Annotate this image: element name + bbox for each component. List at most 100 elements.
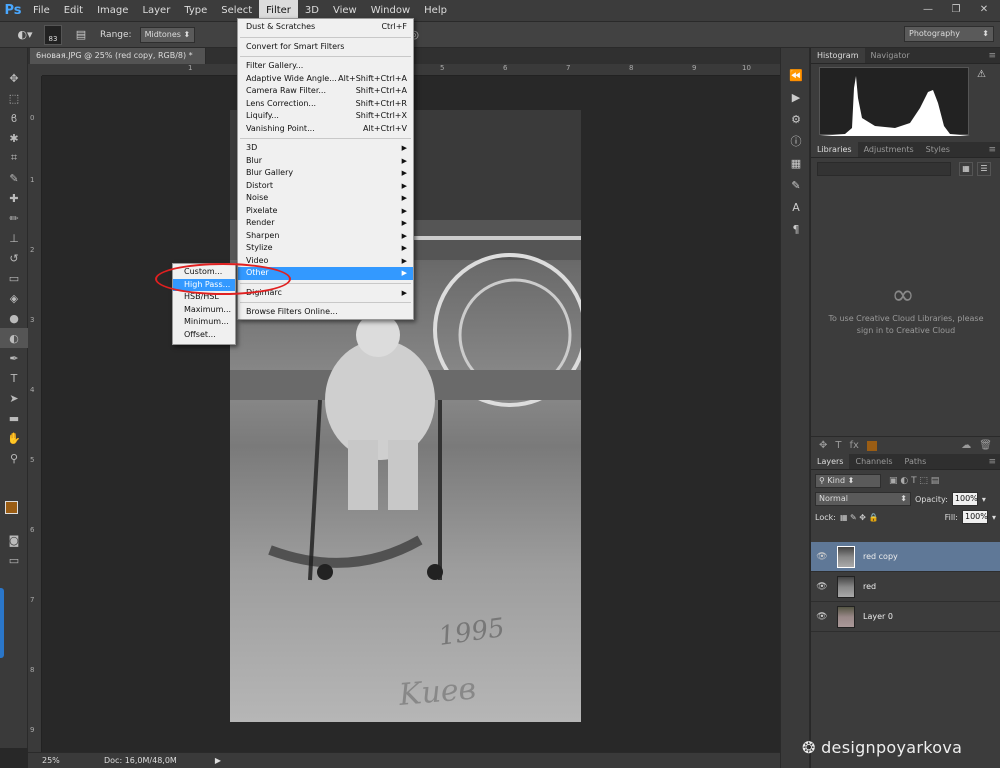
menu-item-convert-smart-filters[interactable]: Convert for Smart Filters bbox=[238, 41, 413, 54]
quick-mask-icon[interactable]: ◙ bbox=[0, 530, 28, 550]
layer-row[interactable]: 👁 Layer 0 bbox=[811, 602, 1000, 632]
properties-panel-icon[interactable]: ⚙ bbox=[781, 108, 811, 130]
dodge-tool-preset-icon[interactable]: ◐▾ bbox=[14, 26, 36, 44]
foreground-color-swatch[interactable] bbox=[5, 501, 18, 514]
vertical-ruler[interactable]: 0 1 2 3 4 5 6 7 8 9 bbox=[28, 76, 42, 752]
eraser-tool-icon[interactable]: ▭ bbox=[0, 268, 28, 288]
add-color-icon[interactable] bbox=[866, 440, 877, 451]
menu-item-browse-online[interactable]: Browse Filters Online... bbox=[238, 306, 413, 319]
hand-tool-icon[interactable]: ✋ bbox=[0, 428, 28, 448]
tab-layers[interactable]: Layers bbox=[811, 454, 850, 469]
status-arrow-icon[interactable]: ▶ bbox=[215, 756, 221, 765]
character-panel-icon[interactable]: A bbox=[781, 196, 811, 218]
tab-styles[interactable]: Styles bbox=[920, 142, 956, 157]
visibility-eye-icon[interactable]: 👁 bbox=[811, 582, 833, 592]
doc-size-info[interactable]: Doc: 16,0M/48,0M bbox=[68, 756, 177, 765]
zoom-level[interactable]: 25% bbox=[28, 756, 68, 765]
library-select[interactable] bbox=[817, 162, 951, 176]
tab-paths[interactable]: Paths bbox=[899, 454, 933, 469]
tab-adjustments[interactable]: Adjustments bbox=[858, 142, 920, 157]
healing-brush-tool-icon[interactable]: ✚ bbox=[0, 188, 28, 208]
history-brush-tool-icon[interactable]: ↺ bbox=[0, 248, 28, 268]
blend-mode-select[interactable]: Normal ⬍ bbox=[815, 492, 911, 506]
menu-item-pixelate[interactable]: Pixelate ▶ bbox=[238, 205, 413, 218]
restore-button[interactable]: ❐ bbox=[946, 3, 966, 17]
crop-tool-icon[interactable]: ⌗ bbox=[0, 148, 28, 168]
paragraph-panel-icon[interactable]: ¶ bbox=[781, 218, 811, 240]
opacity-input[interactable]: 100% bbox=[951, 492, 978, 506]
menu-help[interactable]: Help bbox=[417, 0, 454, 22]
layer-filter-select[interactable]: ⚲ Kind ⬍ bbox=[815, 474, 881, 488]
info-panel-icon[interactable]: ⓘ bbox=[781, 130, 811, 152]
menu-item-3d[interactable]: 3D ▶ bbox=[238, 142, 413, 155]
visibility-eye-icon[interactable]: 👁 bbox=[811, 552, 833, 562]
filter-icons[interactable]: ▣ ◐ T ⬚ ▤ bbox=[889, 476, 939, 486]
screen-mode-icon[interactable]: ▭ bbox=[0, 550, 28, 570]
menu-item-video[interactable]: Video ▶ bbox=[238, 255, 413, 268]
brush-panel-icon[interactable]: ▤ bbox=[70, 26, 92, 44]
menu-item-sharpen[interactable]: Sharpen ▶ bbox=[238, 230, 413, 243]
menu-item-blur-gallery[interactable]: Blur Gallery ▶ bbox=[238, 167, 413, 180]
dodge-tool-icon[interactable]: ◐ bbox=[0, 328, 28, 348]
menu-layer[interactable]: Layer bbox=[135, 0, 177, 22]
menu-item-noise[interactable]: Noise ▶ bbox=[238, 192, 413, 205]
paint-bucket-tool-icon[interactable]: ◈ bbox=[0, 288, 28, 308]
panel-menu-icon[interactable]: ≡ bbox=[988, 457, 996, 467]
layer-row[interactable]: 👁 red bbox=[811, 572, 1000, 602]
tab-navigator[interactable]: Navigator bbox=[865, 48, 916, 63]
menu-item-dust-scratches[interactable]: Dust & Scratches Ctrl+F bbox=[238, 21, 413, 34]
menu-item-blur[interactable]: Blur ▶ bbox=[238, 155, 413, 168]
swatches-panel-icon[interactable]: ▦ bbox=[781, 152, 811, 174]
brushes-panel-icon[interactable]: ✎ bbox=[781, 174, 811, 196]
list-view-icon[interactable]: ☰ bbox=[977, 162, 991, 176]
pen-tool-icon[interactable]: ✒ bbox=[0, 348, 28, 368]
brush-tool-icon[interactable]: ✏ bbox=[0, 208, 28, 228]
fill-dropdown-icon[interactable]: ▾ bbox=[992, 513, 996, 522]
move-tool-icon[interactable]: ✥ bbox=[0, 68, 28, 88]
history-panel-icon[interactable]: ⏪ bbox=[781, 64, 811, 86]
submenu-item-minimum[interactable]: Minimum... bbox=[173, 316, 235, 329]
submenu-item-offset[interactable]: Offset... bbox=[173, 329, 235, 342]
document-tab[interactable]: 6новая.JPG @ 25% (red copy, RGB/8) * bbox=[30, 48, 206, 64]
lock-icons[interactable]: ▦ ✎ ✥ 🔒 bbox=[840, 513, 879, 522]
menu-item-liquify[interactable]: Liquify... Shift+Ctrl+X bbox=[238, 110, 413, 123]
menu-item-render[interactable]: Render ▶ bbox=[238, 217, 413, 230]
rectangle-tool-icon[interactable]: ▬ bbox=[0, 408, 28, 428]
close-button[interactable]: ✕ bbox=[974, 3, 994, 17]
layer-name[interactable]: Layer 0 bbox=[863, 612, 893, 621]
layer-row[interactable]: 👁 red copy bbox=[811, 542, 1000, 572]
magic-wand-tool-icon[interactable]: ✱ bbox=[0, 128, 28, 148]
actions-panel-icon[interactable]: ▶ bbox=[781, 86, 811, 108]
eyedropper-tool-icon[interactable]: ✎ bbox=[0, 168, 28, 188]
workspace-select[interactable]: Photography ⬍ bbox=[904, 26, 994, 42]
zoom-tool-icon[interactable]: ⚲ bbox=[0, 448, 28, 468]
add-effects-icon[interactable]: fx bbox=[850, 440, 859, 451]
visibility-eye-icon[interactable]: 👁 bbox=[811, 612, 833, 622]
type-tool-icon[interactable]: T bbox=[0, 368, 28, 388]
menu-item-camera-raw[interactable]: Camera Raw Filter... Shift+Ctrl+A bbox=[238, 85, 413, 98]
menu-image[interactable]: Image bbox=[90, 0, 135, 22]
opacity-dropdown-icon[interactable]: ▾ bbox=[982, 495, 986, 504]
layer-name[interactable]: red copy bbox=[863, 552, 898, 561]
menu-item-vanishing-point[interactable]: Vanishing Point... Alt+Ctrl+V bbox=[238, 123, 413, 136]
menu-file[interactable]: File bbox=[26, 0, 57, 22]
tab-histogram[interactable]: Histogram bbox=[811, 48, 865, 63]
layer-name[interactable]: red bbox=[863, 582, 876, 591]
cloud-sync-icon[interactable]: ☁ bbox=[961, 440, 971, 451]
add-text-icon[interactable]: T bbox=[835, 440, 841, 451]
menu-item-stylize[interactable]: Stylize ▶ bbox=[238, 242, 413, 255]
panel-menu-icon[interactable]: ≡ bbox=[988, 51, 996, 61]
clone-stamp-tool-icon[interactable]: ⊥ bbox=[0, 228, 28, 248]
marquee-tool-icon[interactable]: ⬚ bbox=[0, 88, 28, 108]
menu-edit[interactable]: Edit bbox=[57, 0, 90, 22]
add-graphic-icon[interactable]: ✥ bbox=[819, 440, 827, 451]
blur-tool-icon[interactable]: ● bbox=[0, 308, 28, 328]
range-select[interactable]: Midtones ⬍ bbox=[139, 26, 196, 43]
path-selection-tool-icon[interactable]: ➤ bbox=[0, 388, 28, 408]
panel-menu-icon[interactable]: ≡ bbox=[988, 145, 996, 155]
lasso-tool-icon[interactable]: ϐ bbox=[0, 108, 28, 128]
brush-size-picker[interactable]: 83 bbox=[44, 24, 62, 45]
grid-view-icon[interactable]: ▦ bbox=[959, 162, 973, 176]
submenu-item-maximum[interactable]: Maximum... bbox=[173, 304, 235, 317]
tab-channels[interactable]: Channels bbox=[849, 454, 898, 469]
